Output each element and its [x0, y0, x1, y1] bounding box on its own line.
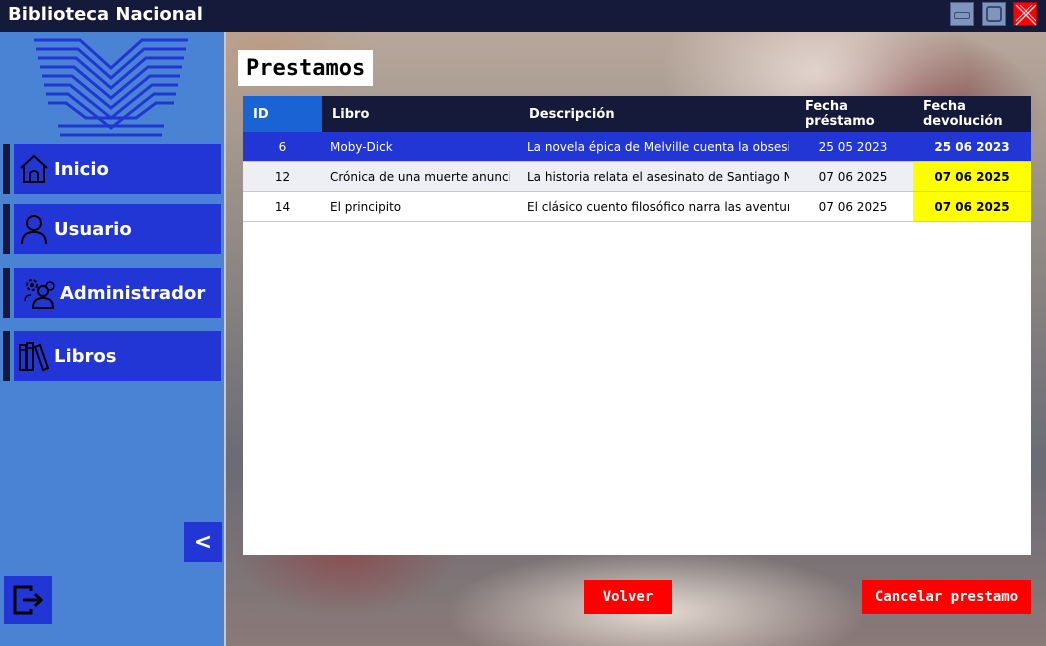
minimize-button[interactable] — [950, 2, 974, 26]
cell-descripcion: El clásico cuento filosófico narra las a… — [527, 199, 789, 214]
sidebar-item-label: Inicio — [54, 158, 109, 180]
window-title: Biblioteca Nacional — [8, 4, 203, 25]
title-bar: Biblioteca Nacional — [0, 0, 1046, 32]
table-row[interactable]: 12 Crónica de una muerte anunci... La hi… — [243, 162, 1031, 192]
nav-face: Administrador — [14, 268, 221, 318]
sidebar-item-label: Libros — [54, 345, 117, 367]
cell-libro: El principito — [330, 199, 402, 214]
nav-accent — [3, 144, 10, 194]
sidebar-item-inicio[interactable]: Inicio — [3, 144, 221, 194]
cell-libro: Crónica de una muerte anunci... — [330, 169, 510, 184]
user-icon — [16, 211, 52, 247]
cell-descripcion: La historia relata el asesinato de Santi… — [527, 169, 789, 184]
books-icon — [16, 338, 52, 374]
app-window: Biblioteca Nacional Inicio Usuario Admin… — [0, 0, 1046, 646]
nav-accent — [3, 204, 10, 254]
nav-accent — [3, 268, 10, 318]
sidebar-item-label: Administrador — [60, 282, 206, 304]
table-row[interactable]: 6 Moby-Dick La novela épica de Melville … — [243, 132, 1031, 162]
library-logo-icon — [34, 38, 188, 137]
home-icon — [16, 151, 52, 187]
admin-icon — [22, 275, 58, 311]
sidebar-item-label: Usuario — [54, 218, 132, 240]
collapse-sidebar-button[interactable]: < — [184, 522, 222, 562]
table-row[interactable]: 14 El principito El clásico cuento filos… — [243, 192, 1031, 222]
cancelar-prestamo-button[interactable]: Cancelar prestamo — [862, 580, 1031, 614]
volver-button[interactable]: Volver — [584, 580, 672, 614]
column-header-fecha-devolucion[interactable]: Fecha devolución — [923, 96, 1023, 132]
cell-fecha-devolucion: 25 06 2023 — [934, 139, 1010, 154]
cell-id: 14 — [274, 199, 291, 214]
sidebar-item-administrador[interactable]: Administrador — [3, 268, 221, 318]
close-icon — [1015, 4, 1037, 26]
sidebar-item-usuario[interactable]: Usuario — [3, 204, 221, 254]
logout-icon — [13, 585, 44, 615]
column-header-libro[interactable]: Libro — [332, 96, 512, 132]
nav-accent — [3, 331, 10, 381]
cell-fecha-devolucion: 07 06 2025 — [913, 192, 1031, 221]
logout-button[interactable] — [4, 576, 52, 624]
maximize-button[interactable] — [982, 2, 1006, 26]
column-header-id[interactable]: ID — [243, 96, 322, 132]
column-header-descripcion[interactable]: Descripción — [529, 96, 779, 132]
close-button[interactable] — [1013, 2, 1037, 26]
nav-face: Inicio — [14, 144, 221, 194]
nav-face: Libros — [14, 331, 221, 381]
cell-fecha-prestamo: 25 05 2023 — [818, 139, 888, 154]
cell-fecha-devolucion: 07 06 2025 — [913, 162, 1031, 191]
sidebar: Inicio Usuario Administrador Libros < — [0, 32, 224, 646]
nav-face: Usuario — [14, 204, 221, 254]
loans-table: ID Libro Descripción Fecha préstamo Fech… — [243, 96, 1031, 555]
sidebar-item-libros[interactable]: Libros — [3, 331, 221, 381]
cell-id: 6 — [278, 139, 287, 154]
cell-fecha-prestamo: 07 06 2025 — [818, 199, 888, 214]
cell-fecha-prestamo: 07 06 2025 — [818, 169, 888, 184]
cell-descripcion: La novela épica de Melville cuenta la ob… — [527, 139, 789, 154]
cell-libro: Moby-Dick — [330, 139, 393, 154]
page-title: Prestamos — [238, 50, 374, 86]
collapse-label: < — [193, 529, 213, 555]
table-header: ID Libro Descripción Fecha préstamo Fech… — [243, 96, 1031, 132]
cell-id: 12 — [274, 169, 291, 184]
column-header-fecha-prestamo[interactable]: Fecha préstamo — [805, 96, 885, 132]
